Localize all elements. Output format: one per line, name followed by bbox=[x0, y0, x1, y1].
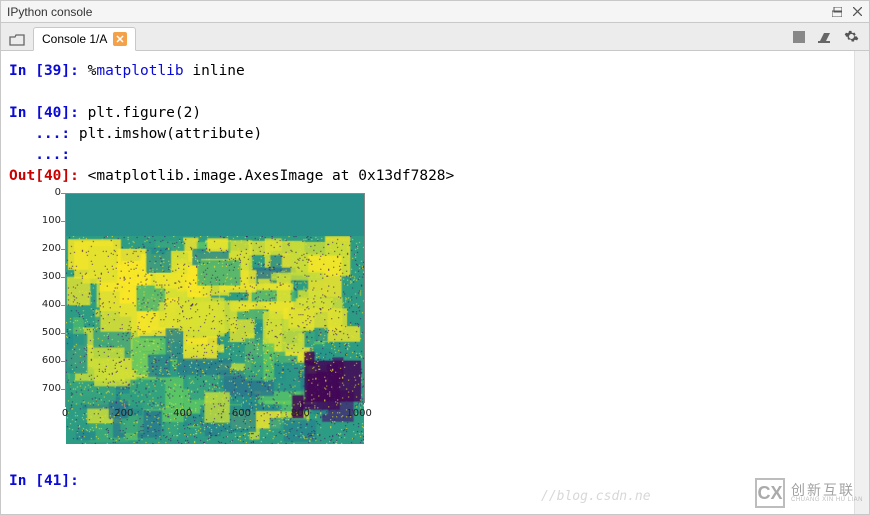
y-tick-label: 300 bbox=[31, 270, 61, 285]
tab-label: Console 1/A bbox=[42, 32, 107, 46]
y-tick-label: 200 bbox=[31, 242, 61, 257]
console-panel: In [39]: %matplotlib inline In [40]: plt… bbox=[1, 51, 869, 514]
close-icon[interactable] bbox=[851, 6, 863, 18]
x-tick-label: 400 bbox=[168, 407, 198, 422]
output-text: <matplotlib.image.AxesImage at 0x13df782… bbox=[88, 168, 455, 184]
x-tick-label: 0 bbox=[50, 407, 80, 422]
code-line: plt.figure(2) bbox=[88, 105, 202, 121]
stop-icon[interactable] bbox=[791, 29, 807, 45]
y-tick-label: 500 bbox=[31, 326, 61, 341]
x-tick-label: 600 bbox=[226, 407, 256, 422]
in-prompt: In [40]: bbox=[9, 105, 79, 121]
continuation-prompt: ...: bbox=[9, 147, 79, 163]
watermark-url: //blog.csdn.ne bbox=[541, 489, 651, 504]
browse-tabs-button[interactable] bbox=[5, 28, 29, 50]
watermark-cn: 创新互联 bbox=[791, 483, 863, 497]
continuation-prompt: ...: bbox=[9, 126, 79, 142]
tab-console-1a[interactable]: Console 1/A bbox=[33, 27, 136, 51]
x-tick-label: 200 bbox=[109, 407, 139, 422]
y-tick-label: 600 bbox=[31, 354, 61, 369]
options-gear-icon[interactable] bbox=[843, 29, 859, 45]
code-line: %matplotlib inline bbox=[88, 63, 245, 79]
in-prompt: In [39]: bbox=[9, 63, 79, 79]
watermark-logo: CX bbox=[755, 478, 785, 508]
plot-area bbox=[65, 193, 365, 403]
watermark: CX 创新互联 CHUANG XIN HU LIAN bbox=[755, 478, 863, 508]
window-title: IPython console bbox=[7, 5, 92, 19]
y-tick-label: 100 bbox=[31, 214, 61, 229]
code-line: plt.imshow(attribute) bbox=[79, 126, 262, 142]
output-figure: 0 100 200 300 400 500 600 700 0 200 400 600 800 1000 bbox=[19, 189, 379, 429]
x-tick-label: 800 bbox=[285, 407, 315, 422]
out-prompt: Out[40]: bbox=[9, 168, 79, 184]
watermark-py: CHUANG XIN HU LIAN bbox=[791, 497, 863, 503]
tabbar: Console 1/A bbox=[1, 23, 869, 51]
console-output[interactable]: In [39]: %matplotlib inline In [40]: plt… bbox=[1, 51, 854, 514]
titlebar: IPython console bbox=[1, 1, 869, 23]
y-tick-label: 400 bbox=[31, 298, 61, 313]
undock-icon[interactable] bbox=[831, 6, 843, 18]
y-tick-label: 0 bbox=[31, 186, 61, 201]
x-tick-label: 1000 bbox=[344, 407, 374, 422]
clear-icon[interactable] bbox=[817, 29, 833, 45]
tab-close-icon[interactable] bbox=[113, 32, 127, 46]
y-tick-label: 700 bbox=[31, 382, 61, 397]
vertical-scrollbar[interactable] bbox=[854, 51, 869, 514]
